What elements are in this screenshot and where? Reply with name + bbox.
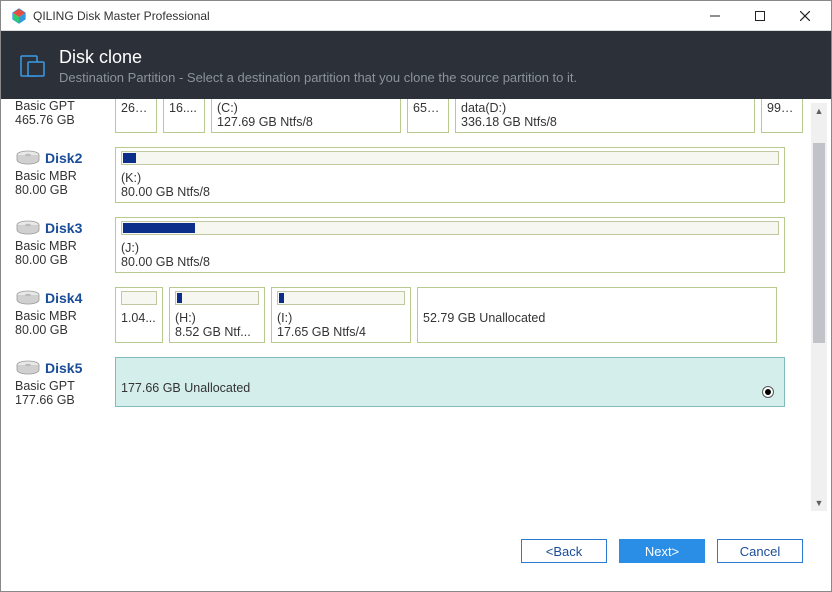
disk-label: Disk4 Basic MBR80.00 GB: [15, 287, 109, 343]
partition-info: 127.69 GB Ntfs/8: [217, 115, 395, 129]
partition-info: 336.18 GB Ntfs/8: [461, 115, 749, 129]
partition[interactable]: 995...: [761, 99, 803, 133]
close-button[interactable]: [782, 2, 827, 30]
disk-row: Disk2 Basic MBR80.00 GB (K:)80.00 GB Ntfs/…: [15, 147, 809, 203]
scroll-up-icon[interactable]: ▲: [811, 103, 827, 119]
partition-info: 177.66 GB Unallocated: [121, 381, 779, 395]
partition-drive: (C:): [217, 101, 395, 115]
disk-label: Disk2 Basic MBR80.00 GB: [15, 147, 109, 203]
partition-drive: (K:): [121, 171, 779, 185]
usage-bar: [175, 291, 259, 305]
wizard-header: Disk clone Destination Partition - Selec…: [1, 31, 831, 99]
partition[interactable]: 260...: [115, 99, 157, 133]
partition-strip: 177.66 GB Unallocated: [115, 357, 809, 407]
usage-bar: [277, 291, 405, 305]
disk-size: 80.00 GB: [15, 183, 109, 197]
partition-info: 16....: [169, 101, 199, 115]
disk-name: Disk2: [45, 150, 82, 166]
page-subtitle: Destination Partition - Select a destina…: [59, 70, 577, 85]
partition-info: 653...: [413, 101, 443, 115]
usage-bar: [121, 151, 779, 165]
disk-row: Disk5 Basic GPT177.66 GB 177.66 GB Unalloc…: [15, 357, 809, 407]
partition-info: 1.04...: [121, 311, 157, 325]
cancel-button[interactable]: Cancel: [717, 539, 803, 563]
disk-type: Basic MBR: [15, 309, 109, 323]
window-title: QILING Disk Master Professional: [33, 9, 692, 23]
usage-bar: [121, 291, 157, 305]
partition-drive: (J:): [121, 241, 779, 255]
disk-row: Disk4 Basic MBR80.00 GB 1.04... (H:)8.52 GB…: [15, 287, 809, 343]
partition-info: 80.00 GB Ntfs/8: [121, 255, 779, 269]
disk-name: Disk4: [45, 290, 82, 306]
disk-type: Basic GPT: [15, 99, 109, 113]
partition-strip: 1.04...(H:)8.52 GB Ntf...(I:)17.65 GB Nt…: [115, 287, 809, 343]
disk-clone-icon: [19, 52, 47, 80]
disk-row: Basic GPT465.76 GB 260... 16.... (C:)127.69…: [15, 99, 809, 133]
titlebar: QILING Disk Master Professional: [1, 1, 831, 31]
partition-strip: (K:)80.00 GB Ntfs/8: [115, 147, 809, 203]
partition-info: 260...: [121, 101, 151, 115]
partition[interactable]: (C:)127.69 GB Ntfs/8: [211, 99, 401, 133]
partition[interactable]: data(D:)336.18 GB Ntfs/8: [455, 99, 755, 133]
partition[interactable]: (H:)8.52 GB Ntf...: [169, 287, 265, 343]
disk-type: Basic GPT: [15, 379, 109, 393]
partition[interactable]: 1.04...: [115, 287, 163, 343]
partition[interactable]: (I:)17.65 GB Ntfs/4: [271, 287, 411, 343]
scroll-down-icon[interactable]: ▼: [811, 495, 827, 511]
back-button[interactable]: <Back: [521, 539, 607, 563]
disk-list-panel: Basic GPT465.76 GB260...16....(C:)127.69…: [1, 99, 831, 515]
disk-name: Disk3: [45, 220, 82, 236]
disk-label: Disk3 Basic MBR80.00 GB: [15, 217, 109, 273]
partition-info: 80.00 GB Ntfs/8: [121, 185, 779, 199]
partition-drive: (I:): [277, 311, 405, 325]
disk-name: Disk5: [45, 360, 82, 376]
scroll-thumb[interactable]: [813, 143, 825, 343]
next-button[interactable]: Next>: [619, 539, 705, 563]
page-title: Disk clone: [59, 47, 577, 68]
disk-type: Basic MBR: [15, 169, 109, 183]
maximize-button[interactable]: [737, 2, 782, 30]
partition-info: 52.79 GB Unallocated: [423, 311, 771, 325]
partition[interactable]: (J:)80.00 GB Ntfs/8: [115, 217, 785, 273]
disk-size: 465.76 GB: [15, 113, 109, 127]
partition-strip: 260... 16.... (C:)127.69 GB Ntfs/8 653... da…: [115, 99, 809, 133]
disk-label: Disk5 Basic GPT177.66 GB: [15, 357, 109, 407]
partition-drive: (H:): [175, 311, 259, 325]
disk-size: 80.00 GB: [15, 253, 109, 267]
usage-bar: [121, 221, 779, 235]
minimize-button[interactable]: [692, 2, 737, 30]
disk-size: 80.00 GB: [15, 323, 109, 337]
app-logo-icon: [11, 8, 27, 24]
partition-drive: data(D:): [461, 101, 749, 115]
partition-strip: (J:)80.00 GB Ntfs/8: [115, 217, 809, 273]
disk-row: Disk3 Basic MBR80.00 GB (J:)80.00 GB Ntfs/…: [15, 217, 809, 273]
disk-size: 177.66 GB: [15, 393, 109, 407]
partition[interactable]: 653...: [407, 99, 449, 133]
partition-info: 17.65 GB Ntfs/4: [277, 325, 405, 339]
partition[interactable]: 16....: [163, 99, 205, 133]
partition-info: 8.52 GB Ntf...: [175, 325, 259, 339]
disk-scroll-area[interactable]: Basic GPT465.76 GB260...16....(C:)127.69…: [15, 99, 809, 515]
disk-type: Basic MBR: [15, 239, 109, 253]
selection-radio-icon: [762, 386, 774, 398]
partition[interactable]: 177.66 GB Unallocated: [115, 357, 785, 407]
partition-info: 995...: [767, 101, 797, 115]
partition[interactable]: 52.79 GB Unallocated: [417, 287, 777, 343]
scrollbar[interactable]: ▲ ▼: [811, 103, 827, 511]
disk-label: Basic GPT465.76 GB: [15, 99, 109, 133]
wizard-footer: <Back Next> Cancel: [1, 515, 831, 591]
partition[interactable]: (K:)80.00 GB Ntfs/8: [115, 147, 785, 203]
